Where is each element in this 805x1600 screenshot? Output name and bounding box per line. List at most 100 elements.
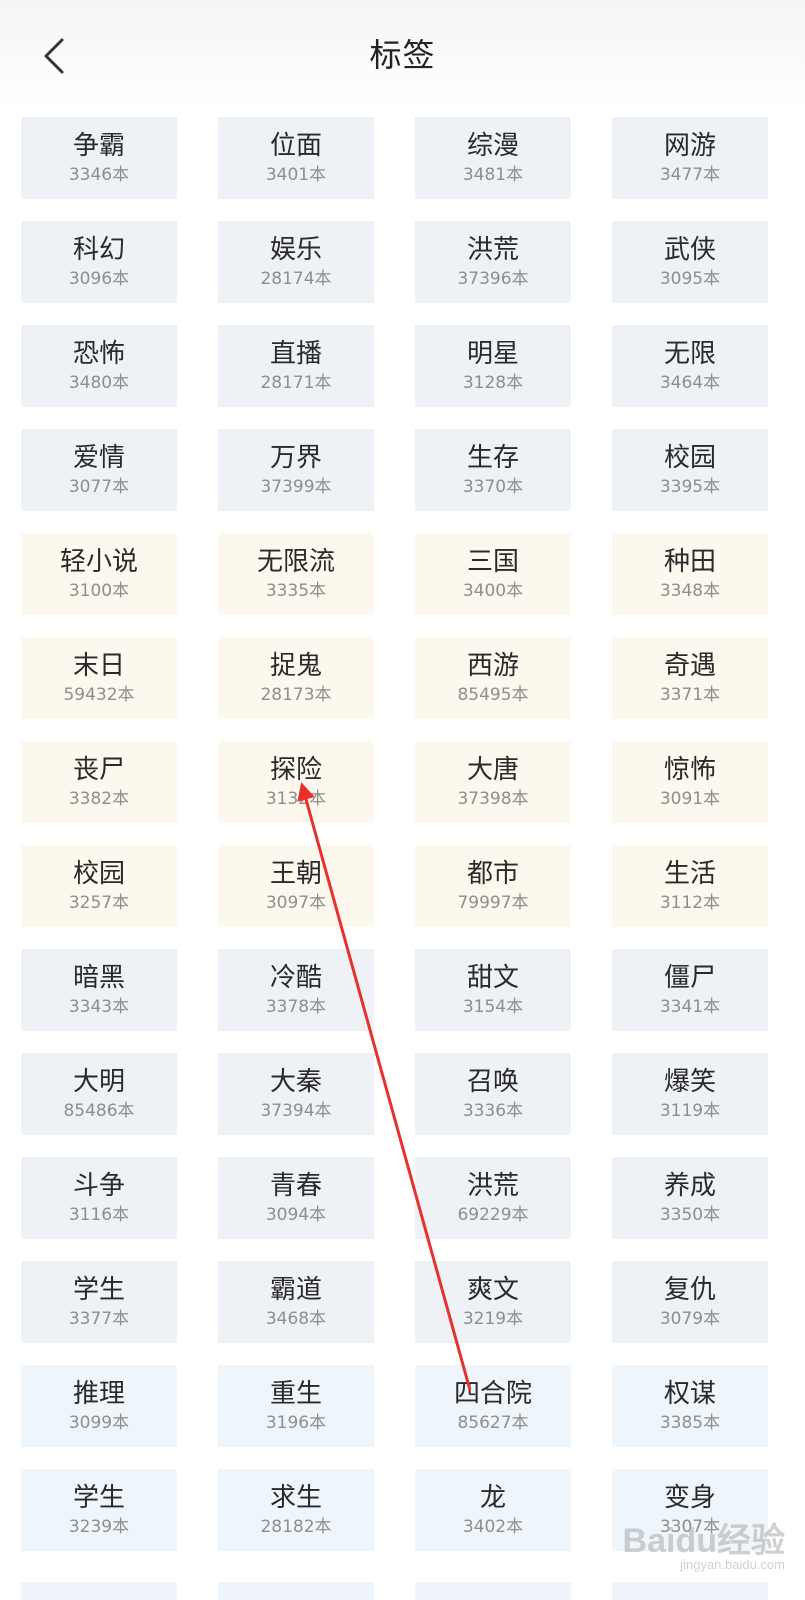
page-title: 标签 <box>369 36 436 74</box>
tag-count: 3116本 <box>68 1205 130 1225</box>
tag-count: 3480本 <box>68 373 130 393</box>
tag-count: 37394本 <box>260 1101 332 1121</box>
tag-count: 3077本 <box>68 477 130 497</box>
tag-count: 3097本 <box>265 893 327 913</box>
tag-card[interactable]: 养成 3350本 <box>612 1157 768 1239</box>
tag-name: 大明 <box>72 1067 125 1097</box>
tag-card-partial[interactable] <box>612 1582 768 1600</box>
tag-card[interactable]: 复仇 3079本 <box>612 1261 768 1343</box>
tag-card[interactable]: 重生 3196本 <box>218 1365 374 1447</box>
tag-name: 丧尸 <box>72 755 125 785</box>
tag-card[interactable]: 学生 3377本 <box>21 1261 177 1343</box>
tag-card[interactable]: 推理 3099本 <box>21 1365 177 1447</box>
tag-card[interactable]: 权谋 3385本 <box>612 1365 768 1447</box>
tag-count: 3132本 <box>265 789 327 809</box>
tag-count: 37398本 <box>457 789 529 809</box>
tag-count: 85627本 <box>457 1413 529 1433</box>
tag-count: 37396本 <box>457 269 529 289</box>
tag-card[interactable]: 大明 85486本 <box>21 1053 177 1135</box>
tag-card[interactable]: 轻小说 3100本 <box>21 533 177 615</box>
tag-count: 3196本 <box>265 1413 327 1433</box>
tag-card[interactable]: 万界 37399本 <box>218 429 374 511</box>
tag-card[interactable]: 生活 3112本 <box>612 845 768 927</box>
tag-card[interactable]: 王朝 3097本 <box>218 845 374 927</box>
tag-card[interactable]: 爱情 3077本 <box>21 429 177 511</box>
tag-card[interactable]: 种田 3348本 <box>612 533 768 615</box>
tag-name: 恐怖 <box>72 339 125 369</box>
tag-card[interactable]: 霸道 3468本 <box>218 1261 374 1343</box>
tag-name: 求生 <box>269 1483 322 1513</box>
tag-card[interactable]: 争霸 3346本 <box>21 117 177 199</box>
tag-name: 大唐 <box>466 755 519 785</box>
tag-card[interactable]: 网游 3477本 <box>612 117 768 199</box>
tag-card[interactable]: 校园 3257本 <box>21 845 177 927</box>
tag-count: 28173本 <box>260 685 332 705</box>
tag-card[interactable]: 三国 3400本 <box>415 533 571 615</box>
tag-card[interactable]: 无限流 3335本 <box>218 533 374 615</box>
tag-count: 3091本 <box>659 789 721 809</box>
tag-count: 3350本 <box>659 1205 721 1225</box>
tag-count: 3119本 <box>659 1101 721 1121</box>
tag-card-partial[interactable] <box>21 1582 177 1600</box>
tag-card[interactable]: 奇遇 3371本 <box>612 637 768 719</box>
tag-count: 3336本 <box>462 1101 524 1121</box>
tag-card[interactable]: 恐怖 3480本 <box>21 325 177 407</box>
tag-count: 85486本 <box>63 1101 135 1121</box>
tag-card[interactable]: 科幻 3096本 <box>21 221 177 303</box>
tag-card[interactable]: 综漫 3481本 <box>415 117 571 199</box>
tag-name: 王朝 <box>269 859 322 889</box>
tag-name: 捉鬼 <box>269 651 322 681</box>
tag-count: 3219本 <box>462 1309 524 1329</box>
tag-count: 3402本 <box>462 1517 524 1537</box>
tag-card[interactable]: 学生 3239本 <box>21 1469 177 1551</box>
tag-card[interactable]: 生存 3370本 <box>415 429 571 511</box>
tag-card[interactable]: 都市 79997本 <box>415 845 571 927</box>
tag-count: 3128本 <box>462 373 524 393</box>
tag-count: 3096本 <box>68 269 130 289</box>
tag-name: 奇遇 <box>663 651 716 681</box>
tag-card[interactable]: 武侠 3095本 <box>612 221 768 303</box>
tag-count: 3378本 <box>265 997 327 1017</box>
tag-card[interactable]: 召唤 3336本 <box>415 1053 571 1135</box>
tag-card[interactable]: 青春 3094本 <box>218 1157 374 1239</box>
tag-card[interactable]: 洪荒 69229本 <box>415 1157 571 1239</box>
tag-grid: 争霸 3346本 位面 3401本 综漫 3481本 网游 3477本科幻 3096本 娱乐 281… <box>21 117 784 1551</box>
tag-card[interactable]: 斗争 3116本 <box>21 1157 177 1239</box>
tag-count: 3370本 <box>462 477 524 497</box>
tag-card[interactable]: 探险 3132本 <box>218 741 374 823</box>
tag-count: 28174本 <box>260 269 332 289</box>
tag-card[interactable]: 大唐 37398本 <box>415 741 571 823</box>
tag-count: 3094本 <box>265 1205 327 1225</box>
tag-card[interactable]: 求生 28182本 <box>218 1469 374 1551</box>
tag-card[interactable]: 明星 3128本 <box>415 325 571 407</box>
tag-name: 大秦 <box>269 1067 322 1097</box>
tag-card[interactable]: 直播 28171本 <box>218 325 374 407</box>
tag-card[interactable]: 甜文 3154本 <box>415 949 571 1031</box>
tag-card[interactable]: 暗黑 3343本 <box>21 949 177 1031</box>
tag-count: 37399本 <box>260 477 332 497</box>
tag-card[interactable]: 捉鬼 28173本 <box>218 637 374 719</box>
tag-card-partial[interactable] <box>415 1582 571 1600</box>
tag-card[interactable]: 娱乐 28174本 <box>218 221 374 303</box>
partial-row <box>21 1582 784 1600</box>
tag-card[interactable]: 无限 3464本 <box>612 325 768 407</box>
tag-card[interactable]: 大秦 37394本 <box>218 1053 374 1135</box>
tag-card[interactable]: 四合院 85627本 <box>415 1365 571 1447</box>
tag-card[interactable]: 位面 3401本 <box>218 117 374 199</box>
tag-card-partial[interactable] <box>218 1582 374 1600</box>
tag-count: 69229本 <box>457 1205 529 1225</box>
tag-card[interactable]: 僵尸 3341本 <box>612 949 768 1031</box>
tag-card[interactable]: 爽文 3219本 <box>415 1261 571 1343</box>
tag-card[interactable]: 龙 3402本 <box>415 1469 571 1551</box>
tag-card[interactable]: 西游 85495本 <box>415 637 571 719</box>
tag-card[interactable]: 洪荒 37396本 <box>415 221 571 303</box>
tag-card[interactable]: 惊怖 3091本 <box>612 741 768 823</box>
tag-card[interactable]: 校园 3395本 <box>612 429 768 511</box>
tag-name: 斗争 <box>72 1171 125 1201</box>
tag-card[interactable]: 丧尸 3382本 <box>21 741 177 823</box>
tag-card[interactable]: 冷酷 3378本 <box>218 949 374 1031</box>
tag-name: 娱乐 <box>269 235 322 265</box>
tag-card[interactable]: 爆笑 3119本 <box>612 1053 768 1135</box>
tag-name: 西游 <box>466 651 519 681</box>
tag-card[interactable]: 末日 59432本 <box>21 637 177 719</box>
